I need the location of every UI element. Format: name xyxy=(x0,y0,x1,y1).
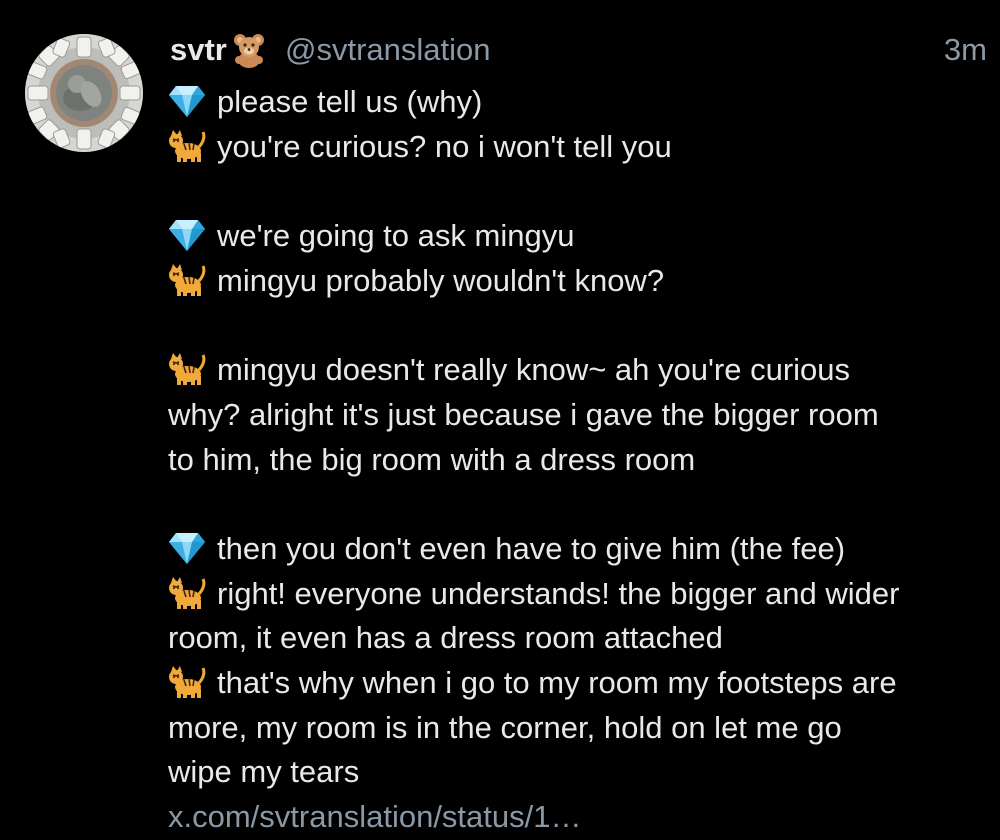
line-text: why? alright it's just because i gave th… xyxy=(168,396,879,432)
text-line: to him, the big room with a dress room xyxy=(168,438,988,483)
gem-icon xyxy=(168,531,206,565)
text-line: more, my room is in the corner, hold on … xyxy=(168,706,988,751)
line-text: mingyu probably wouldn't know? xyxy=(217,262,665,298)
line-text: to him, the big room with a dress room xyxy=(168,441,696,477)
line-text: you're curious? no i won't tell you xyxy=(217,128,672,164)
text-line: room, it even has a dress room attached xyxy=(168,616,988,661)
line-text: right! everyone understands! the bigger … xyxy=(217,575,900,611)
text-line: wipe my tears xyxy=(168,750,988,795)
line-text: mingyu doesn't really know~ ah you're cu… xyxy=(217,352,851,388)
gem-icon xyxy=(168,218,206,252)
line-text: then you don't even have to give him (th… xyxy=(217,530,846,566)
line-text: that's why when i go to my room my foots… xyxy=(217,664,897,700)
text-line: you're curious? no i won't tell you xyxy=(168,125,988,170)
line-text: room, it even has a dress room attached xyxy=(168,620,723,656)
text-line: mingyu doesn't really know~ ah you're cu… xyxy=(168,348,988,393)
line-text: please tell us (why) xyxy=(217,84,483,119)
text-line: then you don't even have to give him (th… xyxy=(168,527,988,572)
status-link[interactable]: x.com/svtranslation/status/1… xyxy=(168,795,988,840)
text-line: please tell us (why) xyxy=(168,80,988,125)
line-text: we're going to ask mingyu xyxy=(217,218,575,254)
text-line: right! everyone understands! the bigger … xyxy=(168,572,988,617)
teddy-bear-icon xyxy=(231,32,267,68)
text-line: mingyu probably wouldn't know? xyxy=(168,259,988,304)
timestamp[interactable]: 3m xyxy=(944,30,987,70)
tiger-icon xyxy=(168,576,206,610)
text-line: why? alright it's just because i gave th… xyxy=(168,393,988,438)
display-name[interactable]: svtr xyxy=(170,30,227,70)
tweet[interactable]: svtr @svtranslation 3m please tell us (w… xyxy=(0,0,1000,836)
tiger-icon xyxy=(168,665,206,699)
text-line: that's why when i go to my room my foots… xyxy=(168,661,988,706)
paragraph-break xyxy=(168,169,988,214)
text-line: we're going to ask mingyu xyxy=(168,214,988,259)
paragraph-break xyxy=(168,303,988,348)
tweet-text: please tell us (why) you're curious? no … xyxy=(168,80,988,840)
gem-icon xyxy=(168,84,206,118)
tweet-header: svtr @svtranslation 3m xyxy=(170,28,990,72)
tiger-icon xyxy=(168,129,206,163)
line-text: more, my room is in the corner, hold on … xyxy=(168,709,842,745)
handle[interactable]: @svtranslation xyxy=(285,30,491,70)
avatar[interactable] xyxy=(25,34,143,152)
tiger-icon xyxy=(168,263,206,297)
line-text: wipe my tears xyxy=(168,754,360,790)
tiger-icon xyxy=(168,352,206,386)
paragraph-break xyxy=(168,482,988,527)
